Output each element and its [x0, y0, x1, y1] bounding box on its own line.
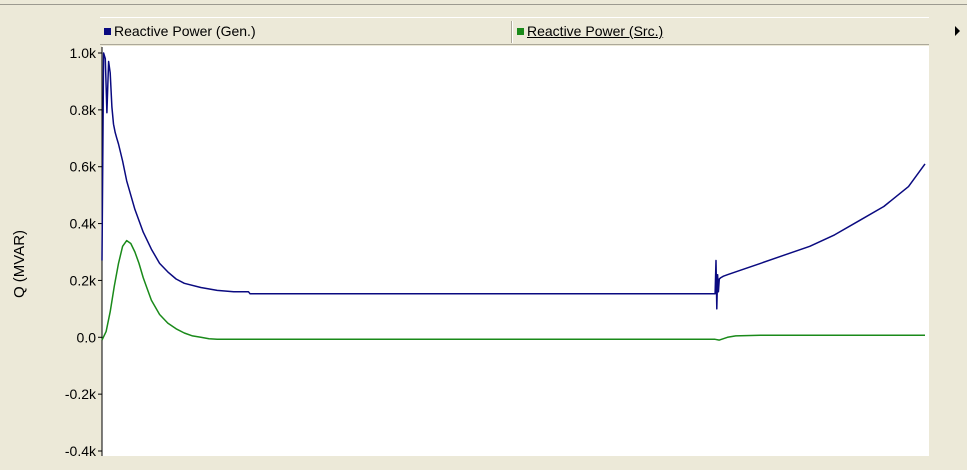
y-tick-label: 0.6k	[70, 159, 97, 175]
y-tick-label: 0.0	[77, 329, 97, 345]
y-tick-label: 1.0k	[70, 45, 97, 61]
y-tick-label: -0.2k	[65, 386, 97, 402]
chart-window: Reactive Power (Gen.) Reactive Power (Sr…	[0, 0, 967, 470]
y-tick-label: 0.4k	[70, 216, 97, 232]
y-tick-label: 0.8k	[70, 102, 97, 118]
chart-svg: 1.0k 0.8k 0.6k 0.4k 0.2k 0.0 -0.2k -0.4k Q (MVAR…	[11, 45, 926, 459]
y-axis-title: Q (MVAR)	[11, 230, 28, 298]
y-tick-label: -0.4k	[65, 443, 97, 459]
series-line-gen	[101, 52, 926, 310]
y-tick-label: 0.2k	[70, 272, 97, 288]
